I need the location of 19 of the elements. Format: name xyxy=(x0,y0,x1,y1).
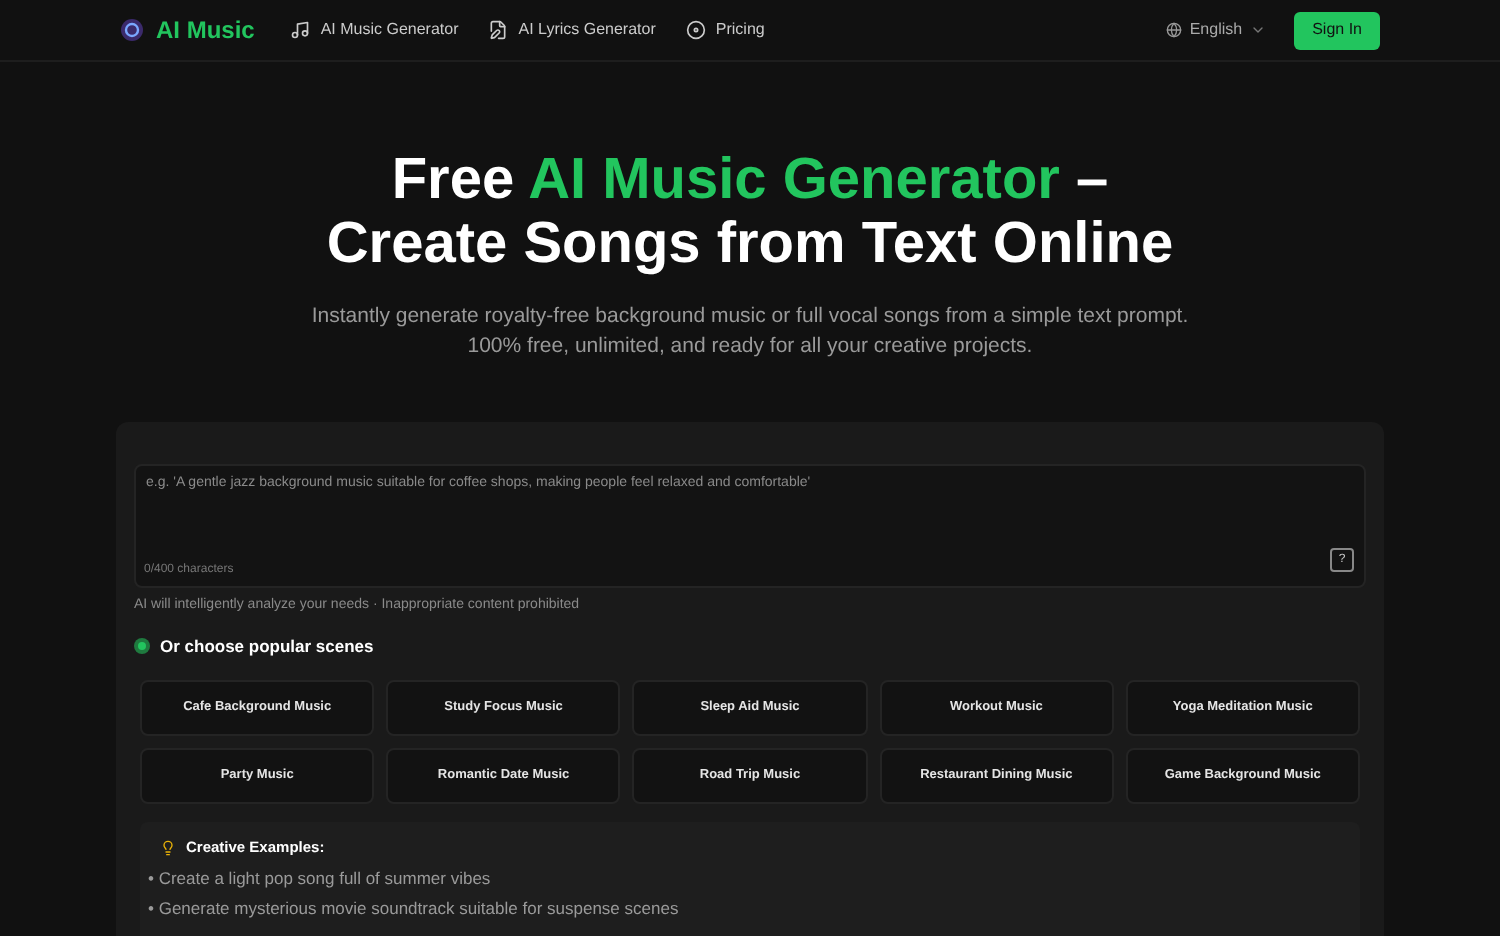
coin-icon xyxy=(685,20,706,40)
chevron-down-icon xyxy=(1250,22,1267,38)
example-text: • Generate mysterious movie soundtrack suitable for suspense scenes xyxy=(148,897,681,919)
nav-link[interactable]: AI Lyrics Generator xyxy=(488,18,656,42)
scenes-heading: Or choose popular scenes xyxy=(160,633,374,659)
nav-link[interactable]: AI Music Generator xyxy=(290,18,459,42)
example-text: • Create a light pop song full of summer vibes xyxy=(148,867,493,889)
hero-subtitle: Instantly generate royalty-free background music or full vocal songs from a simple text prompt. 100% free, unlimited, and ready for all your creative projects. xyxy=(311,302,1189,362)
hero-title: Free AI Music Generator – Create Songs from Text Online xyxy=(326,148,1174,276)
music-note-icon xyxy=(290,20,311,40)
edit-icon xyxy=(488,20,509,40)
logo-icon xyxy=(120,18,144,42)
status-dot-icon xyxy=(134,637,150,654)
nav-link[interactable]: Pricing xyxy=(685,18,765,42)
lightbulb-icon xyxy=(160,839,176,856)
language-selector[interactable]: English xyxy=(1189,18,1243,42)
sign-in-button[interactable]: Sign In xyxy=(1294,11,1380,49)
brand-name[interactable]: AI Music xyxy=(156,12,255,48)
globe-icon xyxy=(1165,22,1182,38)
